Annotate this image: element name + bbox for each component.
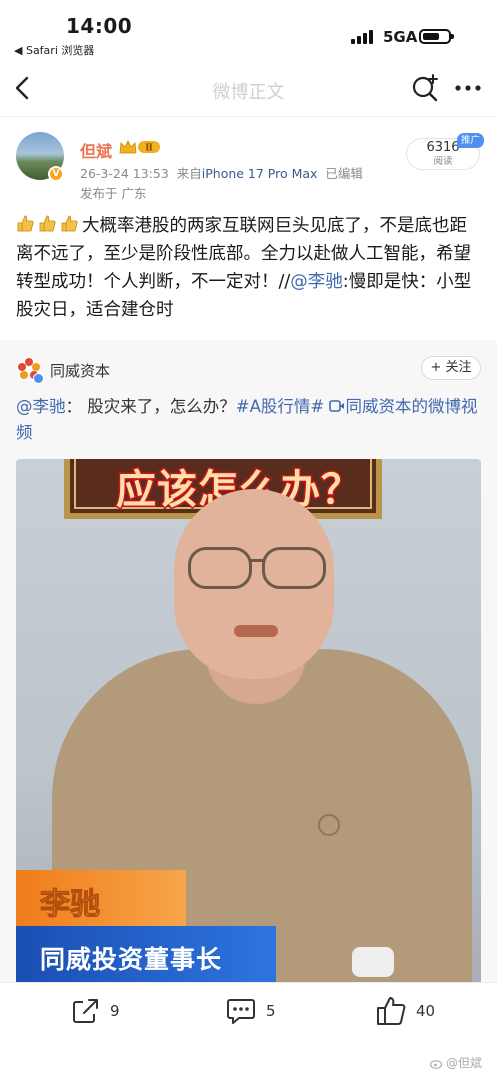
status-bar: 14:00 ◀ Safari 浏览器 5GA — [0, 0, 497, 62]
thumbs-up-icon — [39, 215, 56, 232]
battery-icon — [419, 29, 454, 44]
edited-label[interactable]: 已编辑 — [325, 166, 363, 181]
like-count: 40 — [416, 1002, 436, 1020]
video-player[interactable]: 应该怎么办？ 李驰 同威投资董事长 — [16, 459, 481, 982]
verified-blue-icon — [33, 373, 44, 384]
like-button[interactable]: 40 — [375, 996, 435, 1026]
signal-icon — [351, 30, 375, 44]
reposted-text: @李驰： 股灾来了，怎么办？#A股行情# 同威资本的微博视频 — [16, 394, 482, 446]
comment-icon — [227, 999, 255, 1024]
read-label: 阅读 — [433, 156, 453, 167]
glasses-right — [262, 547, 326, 589]
post-location: 发布于 广东 — [80, 186, 147, 201]
glasses-bridge — [250, 559, 264, 562]
thumbs-up-icon — [17, 215, 34, 232]
reposted-body: ： 股灾来了，怎么办？ — [65, 397, 236, 416]
source-name[interactable]: 同威资本 — [50, 360, 110, 381]
reposted-mention[interactable]: @李驰 — [16, 397, 66, 416]
search-plus-icon[interactable] — [409, 72, 441, 104]
watermark-text: @但斌 — [446, 1056, 483, 1070]
repost-button[interactable]: 9 — [71, 996, 120, 1026]
post-meta: 26-3-24 13:53 来自iPhone 17 Pro Max 已编辑 — [80, 163, 363, 182]
post-body: 大概率港股的两家互联网巨头见底了，不是底也距离不远了，至少是阶段性底部。全力以赴… — [16, 212, 482, 324]
repost-separator: // — [278, 272, 291, 292]
speaker-mouth — [234, 625, 278, 637]
watch — [352, 947, 394, 977]
nav-divider — [0, 116, 497, 117]
caption-title: 同威投资董事长 — [40, 945, 223, 974]
weibo-logo-icon — [430, 1059, 443, 1069]
post-datetime: 26-3-24 13:53 — [80, 166, 169, 181]
watermark: @但斌 — [430, 1054, 482, 1071]
nav-bar: 微博正文 — [0, 62, 497, 116]
comment-button[interactable]: 5 — [225, 996, 276, 1026]
video-link-icon — [329, 400, 345, 412]
like-icon — [377, 997, 406, 1025]
repost-count: 9 — [110, 1002, 120, 1020]
more-icon[interactable] — [453, 74, 483, 102]
thumbs-up-icon — [61, 215, 78, 232]
source-device[interactable]: iPhone 17 Pro Max — [202, 166, 318, 181]
caption-name: 李驰 — [40, 887, 101, 923]
vip-level: Ⅱ — [145, 144, 153, 154]
mention-link[interactable]: @李驰 — [290, 272, 343, 292]
vip-crown-icon: Ⅱ — [119, 140, 160, 154]
follow-button[interactable]: + 关注 — [421, 356, 481, 380]
status-time: 14:00 — [66, 14, 133, 38]
share-icon — [73, 999, 98, 1023]
comment-count: 5 — [266, 1002, 276, 1020]
source-prefix: 来自 — [176, 166, 202, 181]
glasses-icon — [188, 547, 252, 589]
shirt-logo — [318, 814, 340, 836]
verified-badge-icon: V — [48, 166, 64, 182]
back-to-safari-link[interactable]: ◀ Safari 浏览器 — [14, 42, 94, 58]
promo-badge[interactable]: 推广 — [457, 133, 485, 148]
author-name[interactable]: 但斌 — [80, 138, 112, 162]
network-type: 5GA — [383, 28, 418, 46]
hashtag-link[interactable]: #A股行情# — [236, 397, 324, 416]
